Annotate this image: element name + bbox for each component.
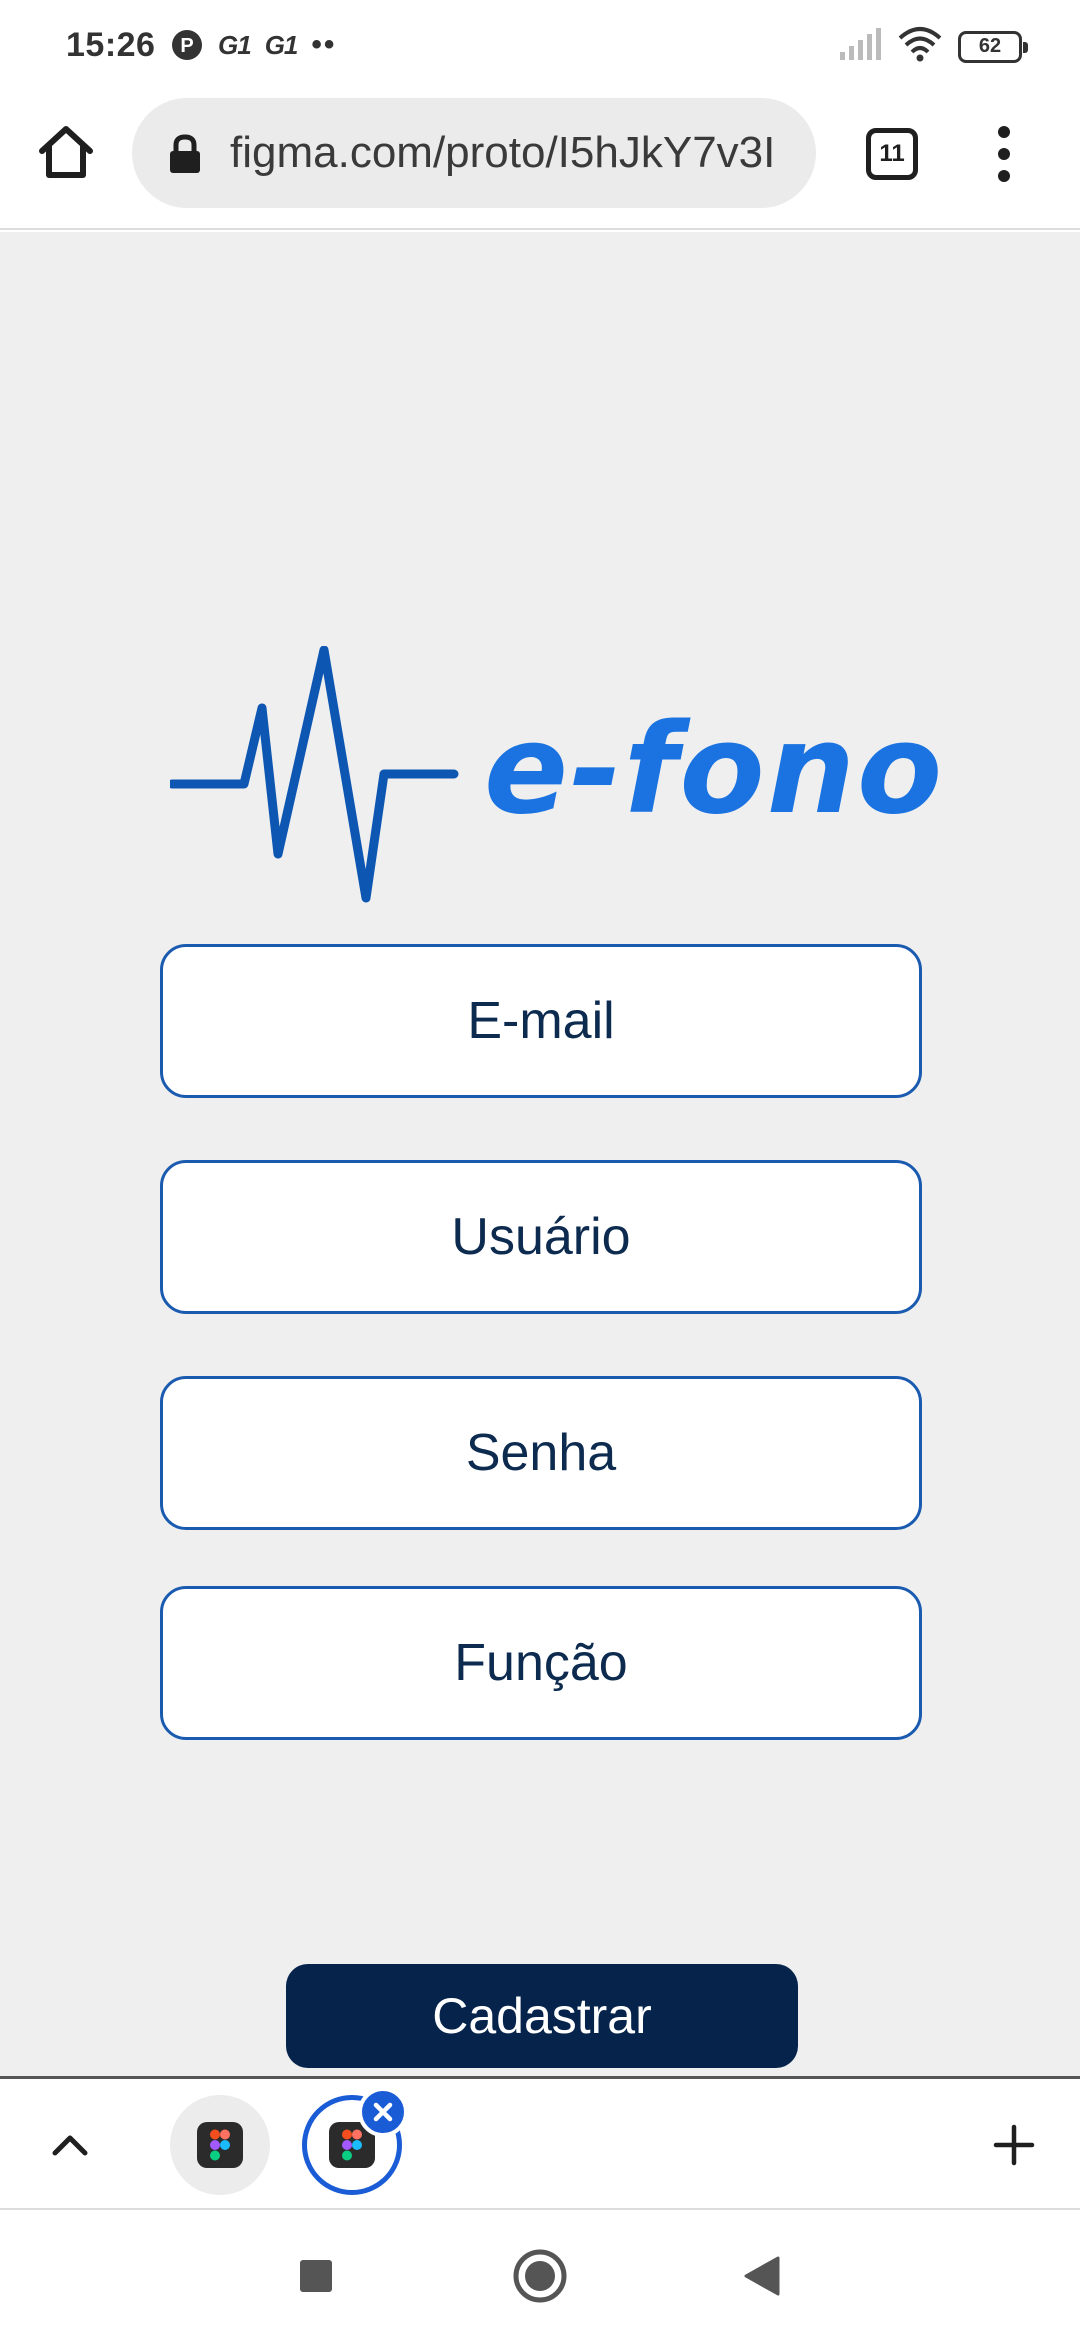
notification-icons: P G1 G1 ••: [170, 28, 336, 62]
figma-icon: [197, 2122, 243, 2168]
tab-switcher-button[interactable]: 11: [866, 128, 918, 180]
pinterest-icon: P: [170, 28, 204, 62]
g1-notification-icon: G1: [264, 29, 299, 60]
password-field[interactable]: Senha: [160, 1376, 922, 1530]
status-bar: 15:26 P G1 G1 •• 62: [0, 0, 1080, 92]
svg-text:P: P: [180, 35, 193, 57]
tab-group-bar: [0, 2076, 1080, 2210]
close-icon: [373, 2102, 393, 2122]
more-notifications-icon: ••: [311, 28, 337, 61]
signal-icon: [838, 28, 882, 65]
logo-text: e-fono: [484, 698, 945, 842]
register-button[interactable]: Cadastrar: [286, 1964, 798, 2068]
system-navigation-bar: [0, 2212, 1080, 2340]
username-field[interactable]: Usuário: [160, 1160, 922, 1314]
recents-button[interactable]: [284, 2244, 348, 2308]
g1-notification-icon: G1: [218, 29, 252, 60]
status-time: 15:26: [66, 26, 156, 64]
home-icon: [39, 126, 93, 178]
chevron-up-icon: [52, 2135, 88, 2156]
plus-icon: [993, 2124, 1035, 2166]
role-field[interactable]: Função: [160, 1586, 922, 1740]
more-menu-button[interactable]: [990, 122, 1018, 186]
menu-dot-icon: [998, 170, 1010, 182]
back-button[interactable]: [730, 2244, 794, 2308]
app-logo: e-fono: [167, 645, 942, 906]
square-icon: [300, 2260, 332, 2292]
add-tab-button[interactable]: [984, 2115, 1044, 2175]
browser-toolbar: figma.com/proto/I5hJkY7v3I 11: [0, 92, 1080, 230]
lock-icon: [168, 134, 202, 174]
menu-dot-icon: [998, 126, 1010, 138]
pulse-icon: [167, 645, 459, 903]
system-icons: 62: [838, 26, 1028, 67]
circle-icon: [513, 2249, 567, 2303]
close-tab-button[interactable]: [358, 2087, 408, 2137]
url-bar[interactable]: figma.com/proto/I5hJkY7v3I: [132, 98, 816, 208]
tab-thumbnail[interactable]: [170, 2095, 270, 2195]
page-content: e-fono E-mail Usuário Senha Função Cadas…: [0, 232, 1080, 2076]
url-text: figma.com/proto/I5hJkY7v3I: [230, 128, 776, 177]
wifi-icon: [898, 26, 942, 67]
email-field[interactable]: E-mail: [160, 944, 922, 1098]
back-triangle-icon: [744, 2256, 780, 2296]
home-button[interactable]: [34, 120, 98, 184]
battery-icon: 62: [958, 30, 1028, 63]
menu-dot-icon: [998, 148, 1010, 160]
home-nav-button[interactable]: [508, 2244, 572, 2308]
expand-tab-group-button[interactable]: [40, 2115, 100, 2175]
